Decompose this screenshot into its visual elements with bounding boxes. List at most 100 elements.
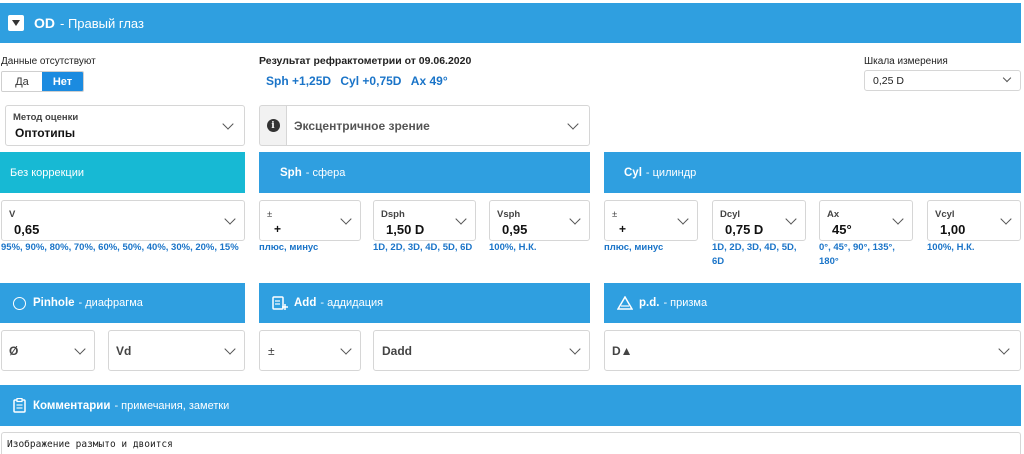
add-document-icon	[272, 295, 288, 310]
comments-bar: Комментарии - примечания, заметки	[0, 385, 1021, 426]
pd-subtitle: - призма	[663, 297, 708, 309]
chevron-down-icon	[569, 213, 581, 225]
dadd-label: Dadd	[382, 344, 412, 358]
cyl-sign-hint[interactable]: плюс, минус	[604, 241, 663, 255]
ax-hint-line1: 0°, 45°, 90°, 135°,	[819, 242, 895, 253]
v-select[interactable]: V 0,65	[1, 200, 245, 241]
eccentric-info-button[interactable]: i	[259, 105, 286, 146]
no-correction-bar: Без коррекции	[0, 152, 245, 193]
add-bar: Add - аддидация	[259, 283, 590, 323]
vcyl-select[interactable]: Vcyl 1,00	[927, 200, 1021, 241]
chevron-down-icon	[224, 343, 236, 355]
vd-select[interactable]: Vd	[108, 330, 245, 371]
refraction-values: Sph +1,25D Cyl +0,75D Ax 49°	[266, 74, 448, 88]
scale-select[interactable]: 0,25 D	[864, 70, 1021, 91]
refraction-sph-value: +1,25D	[292, 74, 332, 88]
pd-bar: p.d. - призма	[604, 283, 1021, 323]
chevron-down-icon	[340, 343, 352, 355]
refraction-sph-label: Sph	[266, 74, 289, 88]
vcyl-hint[interactable]: 100%, Н.К.	[927, 241, 975, 255]
eye-title: - Правый глаз	[60, 15, 144, 31]
v-label: V	[9, 209, 16, 220]
chevron-down-icon	[677, 213, 689, 225]
missing-yes-button[interactable]: Да	[2, 72, 42, 91]
chevron-down-icon	[569, 343, 581, 355]
cyl-subtitle: - цилиндр	[645, 166, 697, 179]
comments-text: Изображение размыто и двоится	[7, 439, 173, 450]
chevron-down-icon	[340, 213, 352, 225]
pinhole-bar: Pinhole - диафрагма	[0, 283, 245, 323]
chevron-down-icon	[785, 213, 797, 225]
vsph-hint[interactable]: 100%, Н.К.	[489, 241, 537, 255]
method-select[interactable]: Метод оценки Оптотипы	[5, 105, 245, 146]
dsph-label: Dsph	[381, 209, 405, 220]
comments-subtitle: - примечания, заметки	[114, 399, 230, 412]
refraction-title: Результат рефрактометрии от 09.06.2020	[259, 55, 472, 67]
cyl-bar: Cyl - цилиндр	[604, 152, 1021, 193]
refraction-cyl-label: Cyl	[340, 74, 360, 88]
scale-label: Шкала измерения	[864, 56, 948, 67]
vsph-select[interactable]: Vsph 0,95	[489, 200, 590, 241]
no-correction-title: Без коррекции	[10, 166, 85, 179]
pinhole-phi-select[interactable]: Ø	[1, 330, 95, 371]
dcyl-hint-line1: 1D, 2D, 3D, 4D, 5D,	[712, 242, 797, 253]
cyl-sign-label: ±	[612, 209, 618, 220]
comments-textarea[interactable]: Изображение размыто и двоится	[1, 432, 1021, 454]
missing-no-button[interactable]: Нет	[42, 72, 83, 91]
ax-select[interactable]: Ax 45°	[819, 200, 913, 241]
eye-code: OD	[34, 15, 55, 31]
refraction-ax-label: Ax	[410, 74, 427, 88]
missing-data-label: Данные отсутствуют	[1, 56, 96, 67]
chevron-down-icon	[1000, 213, 1012, 225]
dcyl-label: Dcyl	[720, 209, 741, 220]
chevron-down-icon	[892, 213, 904, 225]
chevron-down-icon	[222, 118, 234, 130]
eccentric-select[interactable]: Эксцентричное зрение	[286, 105, 590, 146]
missing-data-toggle: Да Нет	[1, 71, 84, 92]
caret-down-icon	[12, 20, 20, 26]
add-sign-select[interactable]: ±	[259, 330, 361, 371]
dcyl-hint-line2: 6D	[712, 256, 725, 267]
clipboard-icon	[13, 398, 26, 413]
dadd-select[interactable]: Dadd	[373, 330, 590, 371]
v-hint[interactable]: 95%, 90%, 80%, 70%, 60%, 50%, 40%, 30%, …	[1, 241, 239, 255]
vd-label: Vd	[116, 344, 132, 358]
d-prism-select[interactable]: D▲	[604, 330, 1021, 371]
sph-sign-select[interactable]: ± +	[259, 200, 361, 241]
sph-sign-hint[interactable]: плюс, минус	[259, 241, 318, 255]
info-icon: i	[266, 119, 280, 132]
collapse-toggle-button[interactable]	[8, 15, 24, 31]
ax-hint[interactable]: 0°, 45°, 90°, 135°, 180°	[819, 241, 914, 269]
dcyl-value: 0,75 D	[725, 222, 764, 237]
add-subtitle: - аддидация	[320, 297, 384, 309]
refraction-cyl-value: +0,75D	[362, 74, 402, 88]
dcyl-hint[interactable]: 1D, 2D, 3D, 4D, 5D, 6D	[712, 241, 807, 269]
add-title: Add	[294, 297, 317, 309]
dcyl-select[interactable]: Dcyl 0,75 D	[712, 200, 806, 241]
sph-sign-value: +	[274, 222, 282, 236]
pinhole-subtitle: - диафрагма	[78, 297, 143, 309]
pd-title: p.d.	[639, 297, 660, 309]
vcyl-label: Vcyl	[935, 209, 955, 220]
eccentric-label: Эксцентричное зрение	[294, 119, 430, 133]
prism-icon	[617, 296, 633, 310]
comments-title: Комментарии	[33, 399, 111, 412]
vsph-value: 0,95	[502, 222, 528, 237]
cyl-sign-select[interactable]: ± +	[604, 200, 698, 241]
chevron-down-icon	[74, 343, 86, 355]
sph-title: Sph	[280, 166, 302, 179]
chevron-down-icon	[455, 213, 467, 225]
cyl-title: Cyl	[624, 166, 642, 179]
chevron-down-icon	[1002, 73, 1012, 83]
sph-subtitle: - сфера	[305, 166, 346, 179]
sph-sign-label: ±	[267, 209, 273, 220]
circle-icon	[13, 296, 26, 310]
ax-value: 45°	[832, 222, 852, 237]
chevron-down-icon	[567, 118, 579, 130]
cyl-sign-value: +	[619, 222, 627, 236]
dsph-select[interactable]: Dsph 1,50 D	[373, 200, 476, 241]
ax-hint-line2: 180°	[819, 256, 839, 267]
d-prism-label: D▲	[612, 344, 633, 358]
dsph-hint[interactable]: 1D, 2D, 3D, 4D, 5D, 6D	[373, 241, 472, 255]
vsph-label: Vsph	[497, 209, 521, 220]
